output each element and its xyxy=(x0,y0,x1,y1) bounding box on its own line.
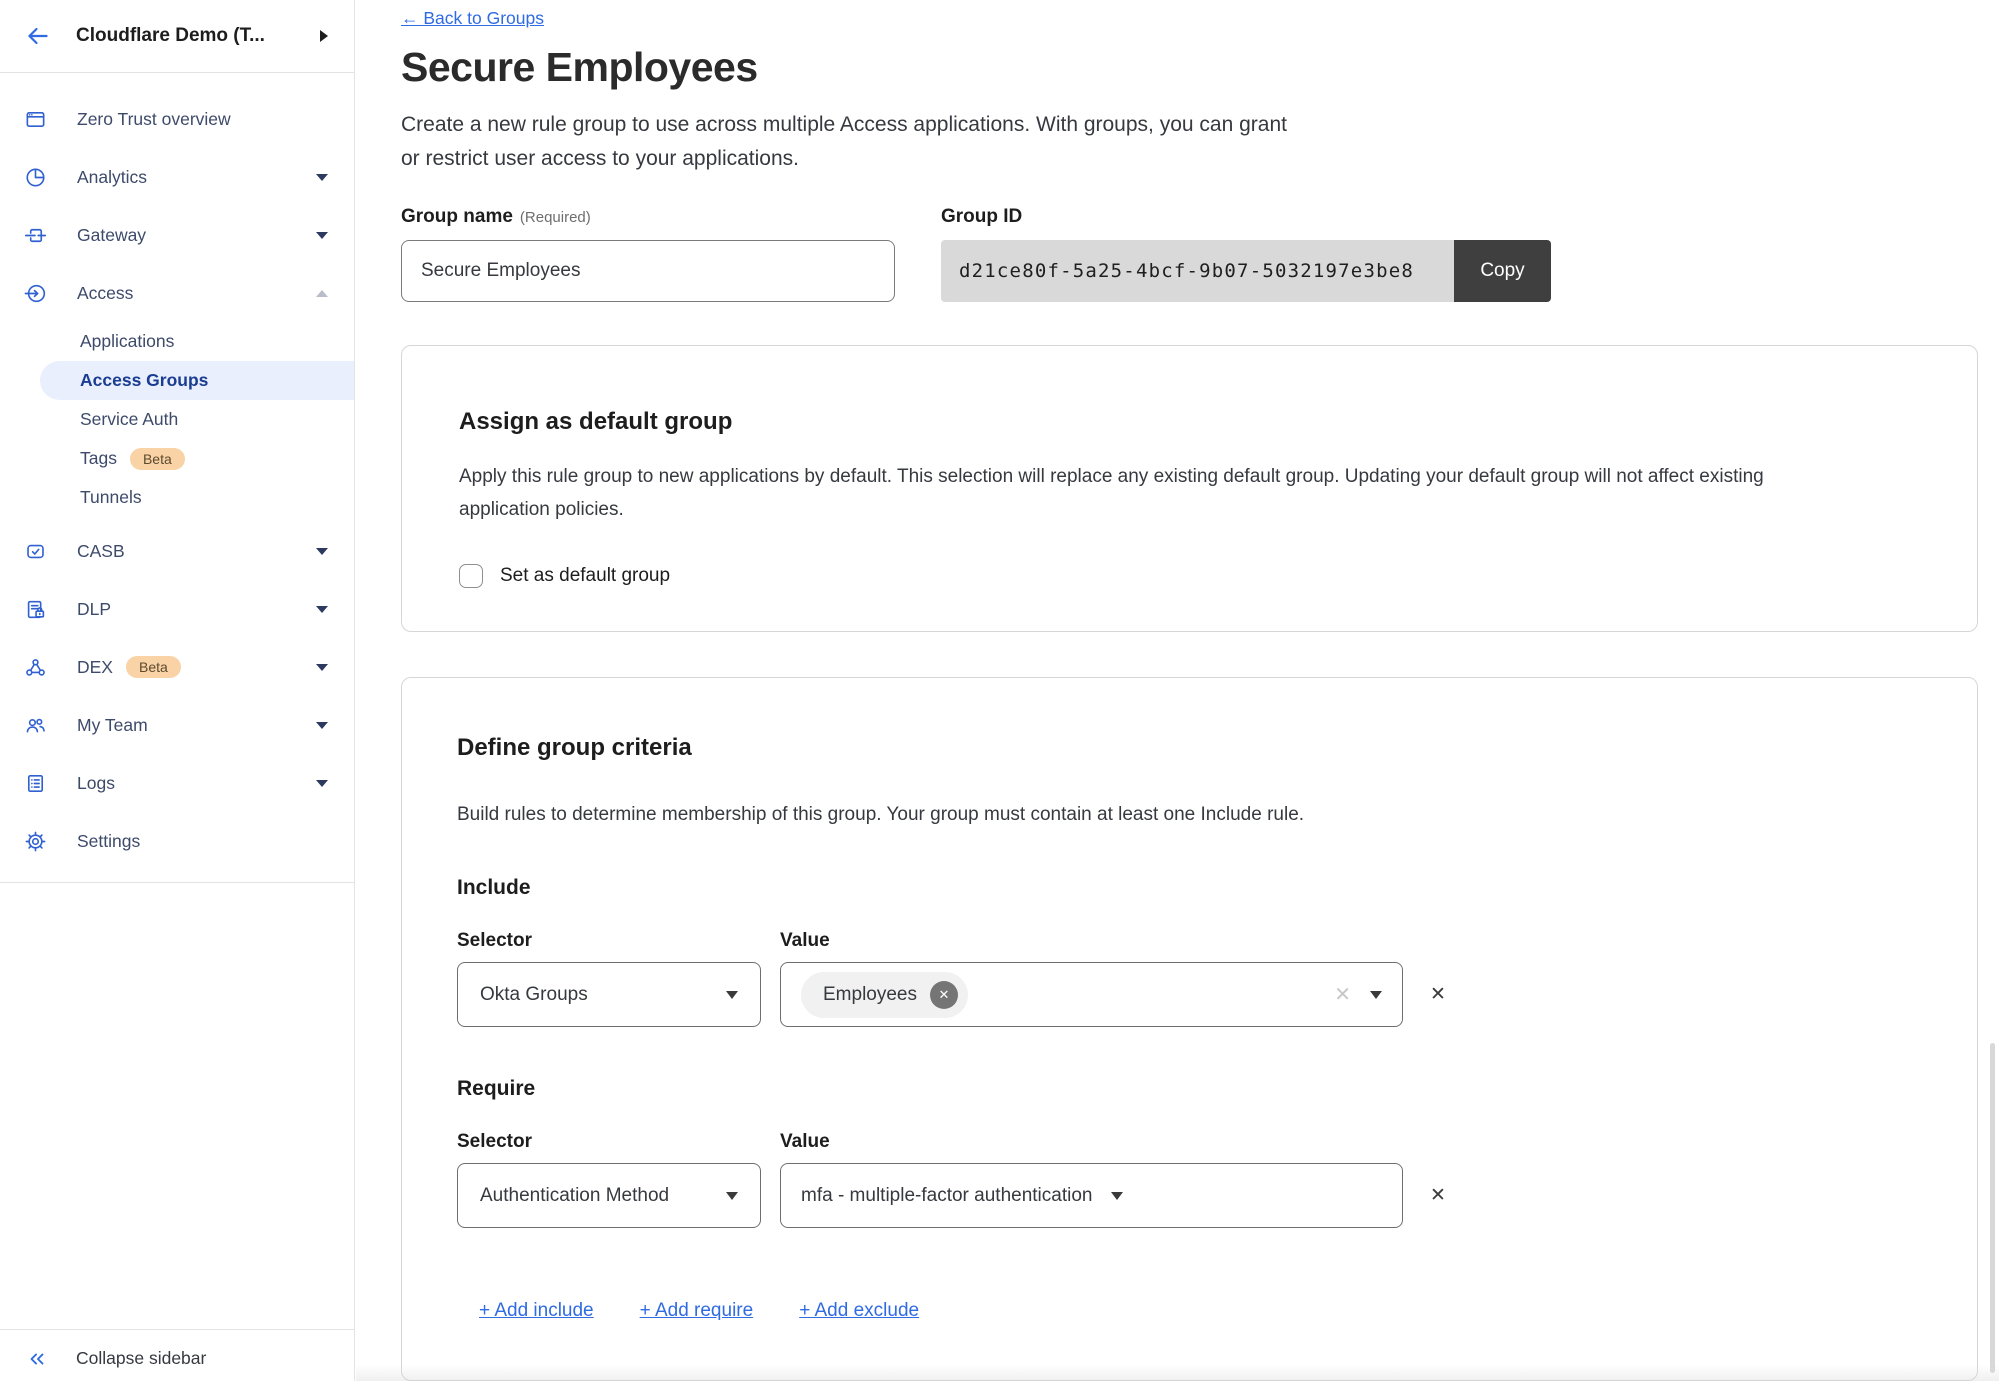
value-chip: Employees ✕ xyxy=(801,972,968,1018)
logs-document-icon xyxy=(24,772,47,795)
include-section-title: Include xyxy=(457,876,1920,900)
gateway-icon xyxy=(24,224,47,247)
include-selector-label: Selector xyxy=(457,930,780,952)
page-description: Create a new rule group to use across mu… xyxy=(401,108,1977,176)
require-value-dropdown[interactable]: mfa - multiple-factor authentication xyxy=(780,1163,1403,1228)
chevron-down-icon xyxy=(726,991,738,999)
include-rule-row: Okta Groups Employees ✕ ✕ ✕ xyxy=(457,962,1920,1027)
add-include-link[interactable]: + Add include xyxy=(479,1300,594,1322)
sidebar-divider xyxy=(0,882,354,883)
beta-badge: Beta xyxy=(130,448,185,470)
add-exclude-link[interactable]: + Add exclude xyxy=(799,1300,919,1322)
sidebar-item-access-groups[interactable]: Access Groups xyxy=(40,361,354,400)
include-selector-dropdown[interactable]: Okta Groups xyxy=(457,962,761,1027)
default-group-card-description: Apply this rule group to new application… xyxy=(459,460,1920,526)
chevron-down-icon[interactable] xyxy=(316,548,328,555)
sidebar: Cloudflare Demo (T... Zero Trust overvie… xyxy=(0,0,355,1381)
chevron-down-icon[interactable] xyxy=(316,722,328,729)
default-group-card-title: Assign as default group xyxy=(459,408,1920,436)
copy-button[interactable]: Copy xyxy=(1454,240,1551,302)
add-rule-links: + Add include + Add require + Add exclud… xyxy=(479,1300,1920,1322)
chip-remove-icon[interactable]: ✕ xyxy=(930,981,958,1009)
group-name-input[interactable] xyxy=(401,240,895,302)
sidebar-item-analytics[interactable]: Analytics xyxy=(0,148,354,206)
chevron-down-icon xyxy=(1111,1192,1123,1200)
collapse-chevrons-icon xyxy=(26,1348,48,1370)
sidebar-item-applications[interactable]: Applications xyxy=(0,322,354,361)
back-to-groups-link[interactable]: ← Back to Groups xyxy=(401,8,544,29)
casb-check-icon xyxy=(24,540,47,563)
expand-right-icon[interactable] xyxy=(320,30,328,42)
sidebar-item-logs[interactable]: Logs xyxy=(0,754,354,812)
sidebar-item-my-team[interactable]: My Team xyxy=(0,696,354,754)
sidebar-header: Cloudflare Demo (T... xyxy=(0,0,354,73)
dlp-document-lock-icon xyxy=(24,598,47,621)
include-value-label: Value xyxy=(780,930,830,952)
require-labels-row: Selector Value xyxy=(457,1131,1920,1153)
dex-network-icon xyxy=(24,656,47,679)
default-group-card: Assign as default group Apply this rule … xyxy=(401,345,1978,632)
account-title: Cloudflare Demo (T... xyxy=(76,25,265,47)
set-default-group-row[interactable]: Set as default group xyxy=(459,564,1920,588)
clear-values-icon[interactable]: ✕ xyxy=(1334,982,1351,1007)
criteria-card-title: Define group criteria xyxy=(457,734,1920,762)
back-arrow-icon[interactable] xyxy=(26,24,50,48)
include-value-multiselect[interactable]: Employees ✕ ✕ xyxy=(780,962,1403,1027)
sidebar-item-gateway[interactable]: Gateway xyxy=(0,206,354,264)
require-rule-row: Authentication Method mfa - multiple-fac… xyxy=(457,1163,1920,1228)
page-title: Secure Employees xyxy=(401,44,1977,91)
include-labels-row: Selector Value xyxy=(457,930,1920,952)
remove-require-rule-button[interactable]: ✕ xyxy=(1430,1184,1446,1207)
gear-icon xyxy=(24,830,47,853)
chevron-down-icon[interactable] xyxy=(316,174,328,181)
collapse-sidebar-button[interactable]: Collapse sidebar xyxy=(0,1329,354,1381)
require-value-label: Value xyxy=(780,1131,830,1153)
chevron-down-icon[interactable] xyxy=(316,664,328,671)
remove-include-rule-button[interactable]: ✕ xyxy=(1430,983,1446,1006)
group-name-id-row: Group name (Required) Group ID d21ce80f-5… xyxy=(401,206,1977,302)
sidebar-item-casb[interactable]: CASB xyxy=(0,522,354,580)
beta-badge: Beta xyxy=(126,656,181,678)
group-id-field: Group ID d21ce80f-5a25-4bcf-9b07-5032197… xyxy=(941,206,1551,302)
sidebar-nav: Zero Trust overview Analytics xyxy=(0,73,354,883)
group-id-row: d21ce80f-5a25-4bcf-9b07-5032197e3be8 Cop… xyxy=(941,240,1551,302)
sidebar-item-service-auth[interactable]: Service Auth xyxy=(0,400,354,439)
add-require-link[interactable]: + Add require xyxy=(640,1300,754,1322)
sidebar-item-tunnels[interactable]: Tunnels xyxy=(0,478,354,517)
sidebar-item-access[interactable]: Access xyxy=(0,264,354,322)
team-people-icon xyxy=(24,714,47,737)
criteria-card: Define group criteria Build rules to det… xyxy=(401,677,1978,1381)
group-name-field: Group name (Required) xyxy=(401,206,895,302)
criteria-card-description: Build rules to determine membership of t… xyxy=(457,804,1920,826)
app: Cloudflare Demo (T... Zero Trust overvie… xyxy=(0,0,1999,1381)
sidebar-item-dex[interactable]: DEX Beta xyxy=(0,638,354,696)
required-hint: (Required) xyxy=(520,209,591,226)
chevron-down-icon xyxy=(1370,991,1382,999)
sidebar-item-zero-trust-overview[interactable]: Zero Trust overview xyxy=(0,90,354,148)
group-id-label: Group ID xyxy=(941,206,1022,227)
analytics-pie-icon xyxy=(24,166,47,189)
require-selector-dropdown[interactable]: Authentication Method xyxy=(457,1163,761,1228)
chevron-down-icon[interactable] xyxy=(316,232,328,239)
require-section-title: Require xyxy=(457,1077,1920,1101)
access-icon xyxy=(24,282,47,305)
set-default-group-checkbox[interactable] xyxy=(459,564,483,588)
vertical-scrollbar[interactable] xyxy=(1990,1043,1995,1373)
chevron-up-icon[interactable] xyxy=(316,290,328,297)
sidebar-item-dlp[interactable]: DLP xyxy=(0,580,354,638)
group-name-label: Group name xyxy=(401,206,513,227)
set-default-group-label: Set as default group xyxy=(500,565,670,587)
main-content: ← Back to Groups Secure Employees Create… xyxy=(356,0,1999,1381)
require-selector-label: Selector xyxy=(457,1131,780,1153)
sidebar-item-tags[interactable]: Tags Beta xyxy=(0,439,354,478)
group-id-value: d21ce80f-5a25-4bcf-9b07-5032197e3be8 xyxy=(941,240,1454,302)
chevron-down-icon xyxy=(726,1192,738,1200)
overview-window-icon xyxy=(24,108,47,131)
chevron-down-icon[interactable] xyxy=(316,780,328,787)
sidebar-item-settings[interactable]: Settings xyxy=(0,812,354,870)
chevron-down-icon[interactable] xyxy=(316,606,328,613)
